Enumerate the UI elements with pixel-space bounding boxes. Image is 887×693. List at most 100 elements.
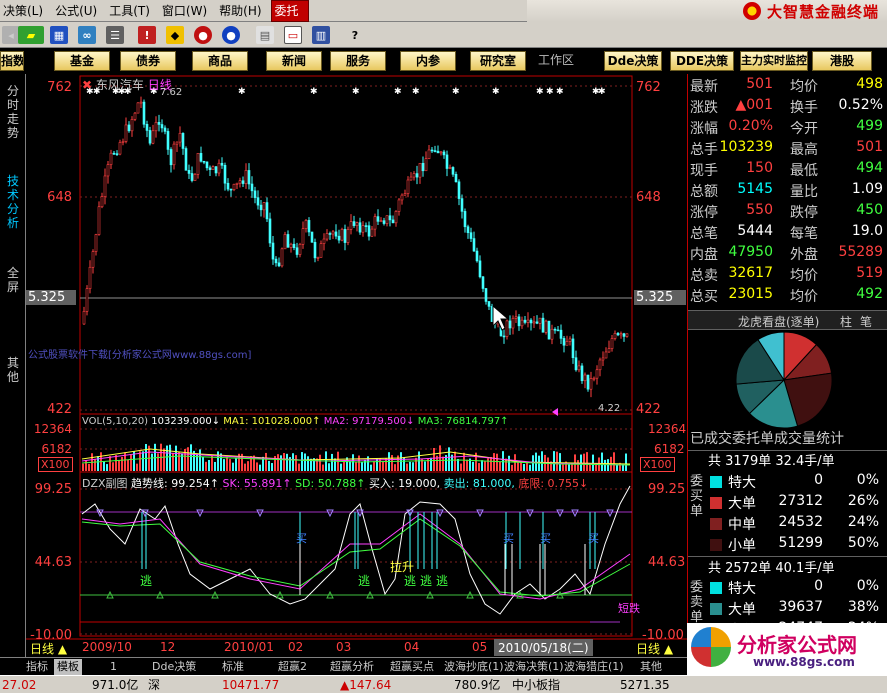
quote-row: 总买 23015 均价 492	[690, 286, 883, 307]
blue-ball-icon[interactable]: ●	[222, 26, 240, 44]
menu-formula[interactable]: 公式(U)	[52, 1, 106, 21]
btab-bohai-bottom[interactable]: 波海抄底(1)	[444, 659, 504, 675]
candle-body	[301, 228, 305, 245]
nav-service[interactable]: 服务	[330, 51, 386, 71]
menu-tools[interactable]: 工具(T)	[106, 1, 159, 21]
btab-dde[interactable]: Dde决策	[152, 659, 196, 675]
btab-other[interactable]: 其他	[640, 659, 662, 675]
btab-chaoying2[interactable]: 超赢2	[278, 659, 307, 675]
volume-bar	[415, 457, 417, 471]
candle-body	[520, 319, 524, 327]
candle-body	[325, 233, 329, 240]
quote-label: 换手	[790, 100, 818, 116]
candle-body	[304, 220, 308, 229]
status-bar: 27.02 971.0亿 深 10471.77 ▲147.64 780.9亿 中…	[0, 675, 887, 693]
nav-research[interactable]: 研究室	[470, 51, 526, 71]
nav-insider[interactable]: 内参	[400, 51, 456, 71]
quote-value: 23015	[728, 286, 773, 302]
candle-body	[562, 338, 566, 346]
candle-body	[94, 234, 98, 252]
btab-1[interactable]: 1	[110, 659, 117, 675]
quote-label: 总笔	[690, 226, 718, 242]
tab-intraday[interactable]: 分时走势	[4, 84, 22, 140]
volume-bar	[223, 459, 225, 471]
tab-technical[interactable]: 技术分析	[4, 174, 22, 230]
candle-body	[397, 199, 401, 212]
candle-body	[124, 124, 128, 142]
candle-body	[418, 162, 422, 178]
candle-body	[466, 226, 470, 233]
btab-bohai-hunt[interactable]: 波海猎庄(1)	[564, 659, 624, 675]
help-cursor-icon[interactable]: ?	[346, 26, 364, 44]
btab-chaoying-analysis[interactable]: 超赢分析	[330, 659, 374, 675]
candle-body	[163, 127, 167, 132]
btab-standard[interactable]: 标准	[222, 659, 244, 675]
candle-body	[181, 133, 185, 149]
menu-decision[interactable]: 决策(L)	[0, 1, 52, 21]
period-label-left[interactable]: 日线 ▲	[30, 640, 67, 657]
menu-trade[interactable]: 委托	[270, 0, 309, 22]
volume-bar	[487, 458, 489, 471]
window-icon[interactable]: ▭	[284, 26, 302, 44]
candle-body	[202, 160, 206, 163]
candle-body	[265, 202, 269, 220]
candle-body	[208, 167, 212, 170]
candle-body	[433, 150, 437, 152]
quote-label: 最高	[790, 142, 818, 158]
candle-body	[160, 124, 164, 129]
menu-help[interactable]: 帮助(H)	[216, 1, 270, 21]
grid-icon[interactable]: ▦	[50, 26, 68, 44]
nav-mainforce-monitor[interactable]: 主力实时监控	[740, 51, 808, 71]
candle-body	[541, 317, 545, 333]
period-label-right[interactable]: 日线 ▲	[636, 640, 673, 657]
chart-canvas[interactable]: ✱ ✱ ✱✱✱ ✱ ✱ ✱ ✱ ✱ ✱ ✱ ✱ ✱ ✱ ✱ ✱✱	[0, 74, 687, 657]
candle-body	[613, 333, 617, 339]
volume-bar	[307, 456, 309, 471]
binoculars-icon[interactable]: ∞	[78, 26, 96, 44]
alert-icon[interactable]: !	[138, 26, 156, 44]
nav-hk-stocks[interactable]: 港股	[812, 51, 872, 71]
indicator-label-top-right: 99.25	[648, 482, 686, 497]
tab-fullscreen[interactable]: 全屏	[4, 266, 22, 294]
tab-other[interactable]: 其他	[4, 356, 22, 384]
btab-chaoying-buy[interactable]: 超赢买点	[390, 659, 434, 675]
dragon-tab-trade[interactable]: 笔	[860, 313, 872, 330]
btab-template[interactable]: 模板	[54, 659, 82, 675]
nav-news[interactable]: 新闻	[266, 51, 322, 71]
candle-body	[538, 317, 542, 324]
close-chart-icon[interactable]: ✖	[82, 78, 92, 92]
btab-indicator[interactable]: 指标	[26, 659, 48, 675]
dragon-tab-bar[interactable]: 柱	[840, 313, 852, 330]
order-size-row: 特大 0 0%	[690, 472, 883, 493]
diamond-icon[interactable]: ◆	[166, 26, 184, 44]
quote-label: 量比	[790, 184, 818, 200]
quote-label: 涨停	[690, 205, 718, 221]
volume-bar	[493, 453, 495, 471]
volume-bar	[529, 464, 531, 471]
nav-commodity[interactable]: 商品	[192, 51, 248, 71]
triangle-marker	[326, 509, 334, 518]
quote-row: 最新 501 均价 498	[690, 76, 883, 97]
list-icon[interactable]: ☰	[106, 26, 124, 44]
btab-bohai-decision[interactable]: 波海决策(1)	[504, 659, 564, 675]
nav-bond[interactable]: 债券	[120, 51, 176, 71]
chart-area[interactable]: ✱ ✱ ✱ ✱ ✱ ✱ ✱ ✱ ✱ ✱ ✱ ✱ ✱ ✱ ✱ ✱ ✱ ✱ ✖ 东风汽车 日线 762 648 5.3…	[0, 74, 687, 657]
print-icon[interactable]: ▤	[256, 26, 274, 44]
low-marker: 4.22	[598, 403, 621, 414]
candle-body	[571, 338, 575, 359]
red-ball-icon[interactable]: ●	[194, 26, 212, 44]
candle-body	[340, 229, 344, 241]
candle-body	[226, 182, 230, 190]
nav-index[interactable]: 指数	[0, 51, 24, 71]
nav-dde-decision[interactable]: Dde决策	[604, 51, 662, 71]
quote-icon[interactable]: ▰	[18, 26, 44, 44]
volume-bar	[577, 460, 579, 471]
nav-dde-decision-2[interactable]: DDE决策	[670, 51, 734, 71]
order-size-name: 大单	[728, 496, 756, 512]
candle-body	[478, 260, 482, 278]
nav-fund[interactable]: 基金	[54, 51, 110, 71]
books-icon[interactable]: ▥	[312, 26, 330, 44]
nav-workspace[interactable]: 工作区	[534, 51, 578, 71]
candle-body	[97, 206, 101, 235]
menu-window[interactable]: 窗口(W)	[159, 1, 216, 21]
